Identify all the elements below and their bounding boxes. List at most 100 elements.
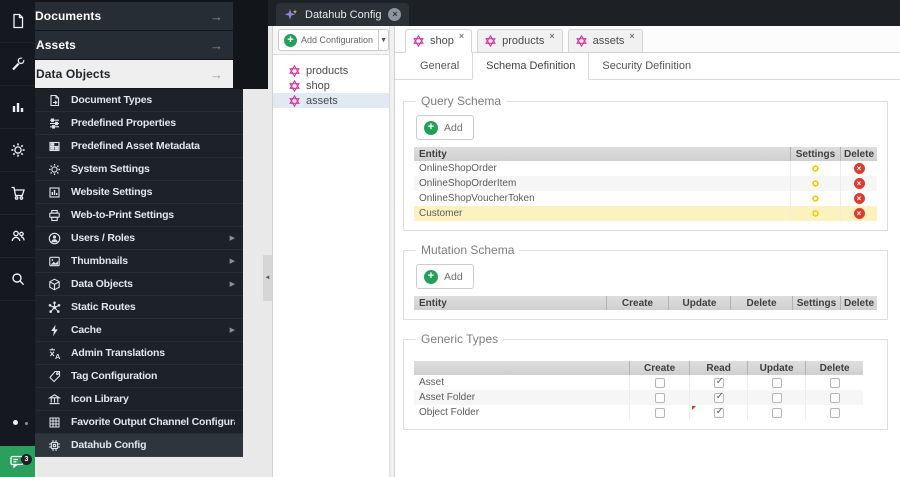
sidebar-item-admin-translations[interactable]: A Admin Translations [35, 342, 243, 365]
users-icon[interactable] [0, 215, 35, 258]
tree-item-shop[interactable]: shop [273, 78, 389, 93]
tree-item-products[interactable]: products [273, 63, 389, 78]
add-configuration-dropdown[interactable]: ▼ [379, 29, 389, 51]
subtab-schema-definition[interactable]: Schema Definition [472, 53, 590, 80]
close-icon[interactable]: × [629, 31, 634, 41]
column-entity[interactable]: Entity [414, 298, 606, 309]
delete-icon[interactable]: × [853, 193, 865, 204]
column-update[interactable]: Update [668, 296, 730, 310]
subtab-security-definition[interactable]: Security Definition [589, 53, 705, 80]
subtab-general[interactable]: General [407, 53, 473, 80]
mutation-schema-add-button[interactable]: + Add [416, 264, 474, 289]
ecommerce-icon[interactable] [0, 172, 35, 215]
sidebar-item-website-settings[interactable]: Website Settings [35, 181, 243, 204]
entity-cell: Customer [419, 208, 463, 219]
tab-shop[interactable]: shop × [405, 29, 473, 53]
column-delete[interactable]: Delete [840, 147, 877, 161]
table-row[interactable]: OnlineShopVoucherToken × [414, 191, 877, 206]
settings-gear-icon[interactable] [810, 163, 821, 174]
settings-gear-icon[interactable] [810, 193, 821, 204]
search-icon[interactable] [0, 258, 35, 301]
sidebar-item-cache[interactable]: Cache ▶ [35, 319, 243, 342]
tree-item-assets[interactable]: assets [273, 93, 389, 108]
plus-icon: + [424, 269, 438, 284]
sidebar-item-favorite-output-channel-configurations[interactable]: Favorite Output Channel Configurations [35, 411, 243, 434]
schema-definition-content: Query Schema + Add Entity Settings Delet… [395, 80, 900, 477]
read-checkbox[interactable] [713, 406, 724, 418]
update-checkbox[interactable] [771, 392, 782, 403]
close-icon[interactable]: × [388, 8, 402, 21]
sidebar-item-datahub-config[interactable]: Datahub Config [35, 434, 243, 457]
add-configuration-button[interactable]: + Add Configuration [278, 29, 380, 51]
entity-cell: OnlineShopOrder [419, 163, 497, 174]
workspace-tab-strip: Datahub Config × [268, 0, 900, 26]
column-create[interactable]: Create [606, 296, 668, 310]
column-delete-action[interactable]: Delete [840, 296, 877, 310]
svg-text:A: A [55, 352, 61, 360]
delete-icon[interactable]: × [853, 208, 865, 219]
sidebar-item-system-settings[interactable]: System Settings [35, 158, 243, 181]
tab-label: assets [592, 35, 625, 47]
close-icon[interactable]: × [549, 31, 554, 41]
table-row[interactable]: OnlineShopOrderItem × [414, 176, 877, 191]
sidebar-item-tag-configuration[interactable]: Tag Configuration [35, 365, 243, 388]
settings-gear-icon[interactable] [810, 178, 821, 189]
delete-checkbox[interactable] [829, 407, 840, 418]
graphql-config-icon [575, 35, 587, 47]
workspace-tab-datahub-config[interactable]: Datahub Config × [276, 3, 410, 26]
entity-cell: OnlineShopOrderItem [419, 178, 517, 189]
table-row-asset-folder: Asset Folder [414, 390, 864, 405]
close-icon[interactable]: × [459, 31, 464, 41]
sidebar-item-predefined-properties[interactable]: Predefined Properties [35, 112, 243, 135]
notifications-button[interactable]: 3 [0, 446, 35, 477]
sidebar-item-web-to-print-settings[interactable]: Web-to-Print Settings [35, 204, 243, 227]
settings-gear-icon[interactable] [810, 208, 821, 219]
column-entity[interactable]: Entity [414, 149, 790, 160]
column-update[interactable]: Update [747, 361, 805, 375]
column-create[interactable]: Create [629, 361, 689, 375]
sidebar-item-document-types[interactable]: Document Types [35, 89, 243, 112]
table-header: Create Read Update Delete [414, 361, 864, 375]
settings-icon[interactable] [0, 129, 35, 172]
tab-products[interactable]: products × [477, 29, 563, 53]
delete-checkbox[interactable] [829, 377, 840, 388]
query-schema-add-button[interactable]: + Add [416, 115, 474, 140]
item-label: Document Types [71, 94, 153, 106]
reports-icon[interactable] [0, 86, 35, 129]
sidebar-item-thumbnails[interactable]: Thumbnails ▶ [35, 250, 243, 273]
tools-icon[interactable] [0, 43, 35, 86]
sidebar-item-icon-library[interactable]: Icon Library [35, 388, 243, 411]
update-checkbox[interactable] [771, 377, 782, 388]
delete-icon[interactable]: × [853, 178, 865, 189]
sidebar-item-users-roles[interactable]: Users / Roles ▶ [35, 227, 243, 250]
generic-types-fieldset: Generic Types Create Read Update Delete … [403, 332, 888, 430]
column-delete[interactable]: Delete [730, 296, 792, 310]
add-label: Add [444, 121, 463, 134]
create-checkbox[interactable] [654, 407, 665, 418]
table-row[interactable]: OnlineShopOrder × [414, 161, 877, 176]
update-checkbox[interactable] [771, 407, 782, 418]
delete-icon[interactable]: × [853, 163, 865, 174]
column-settings[interactable]: Settings [790, 147, 840, 161]
sparkle-icon [284, 8, 298, 20]
column-read[interactable]: Read [689, 361, 747, 375]
mutation-schema-legend: Mutation Schema [421, 243, 515, 257]
delete-checkbox[interactable] [829, 392, 840, 403]
panel-collapse-handle[interactable]: ◄ [263, 255, 272, 301]
sidebar-item-static-routes[interactable]: Static Routes [35, 296, 243, 319]
column-settings[interactable]: Settings [792, 296, 840, 310]
read-checkbox[interactable] [713, 391, 724, 403]
create-checkbox[interactable] [654, 377, 665, 388]
item-label: Datahub Config [71, 439, 147, 451]
read-checkbox[interactable] [713, 376, 724, 388]
file-icon[interactable] [0, 0, 35, 43]
sidebar-item-data-objects[interactable]: Data Objects ▶ [35, 273, 243, 296]
item-label: System Settings [71, 163, 150, 175]
sidebar-item-predefined-asset-metadata[interactable]: Predefined Asset Metadata [35, 135, 243, 158]
add-label: Add [444, 270, 463, 283]
tab-assets[interactable]: assets × [567, 29, 643, 53]
generic-types-legend: Generic Types [421, 332, 499, 346]
column-delete[interactable]: Delete [805, 361, 863, 375]
create-checkbox[interactable] [654, 392, 665, 403]
table-row-highlighted[interactable]: Customer × [414, 206, 877, 221]
